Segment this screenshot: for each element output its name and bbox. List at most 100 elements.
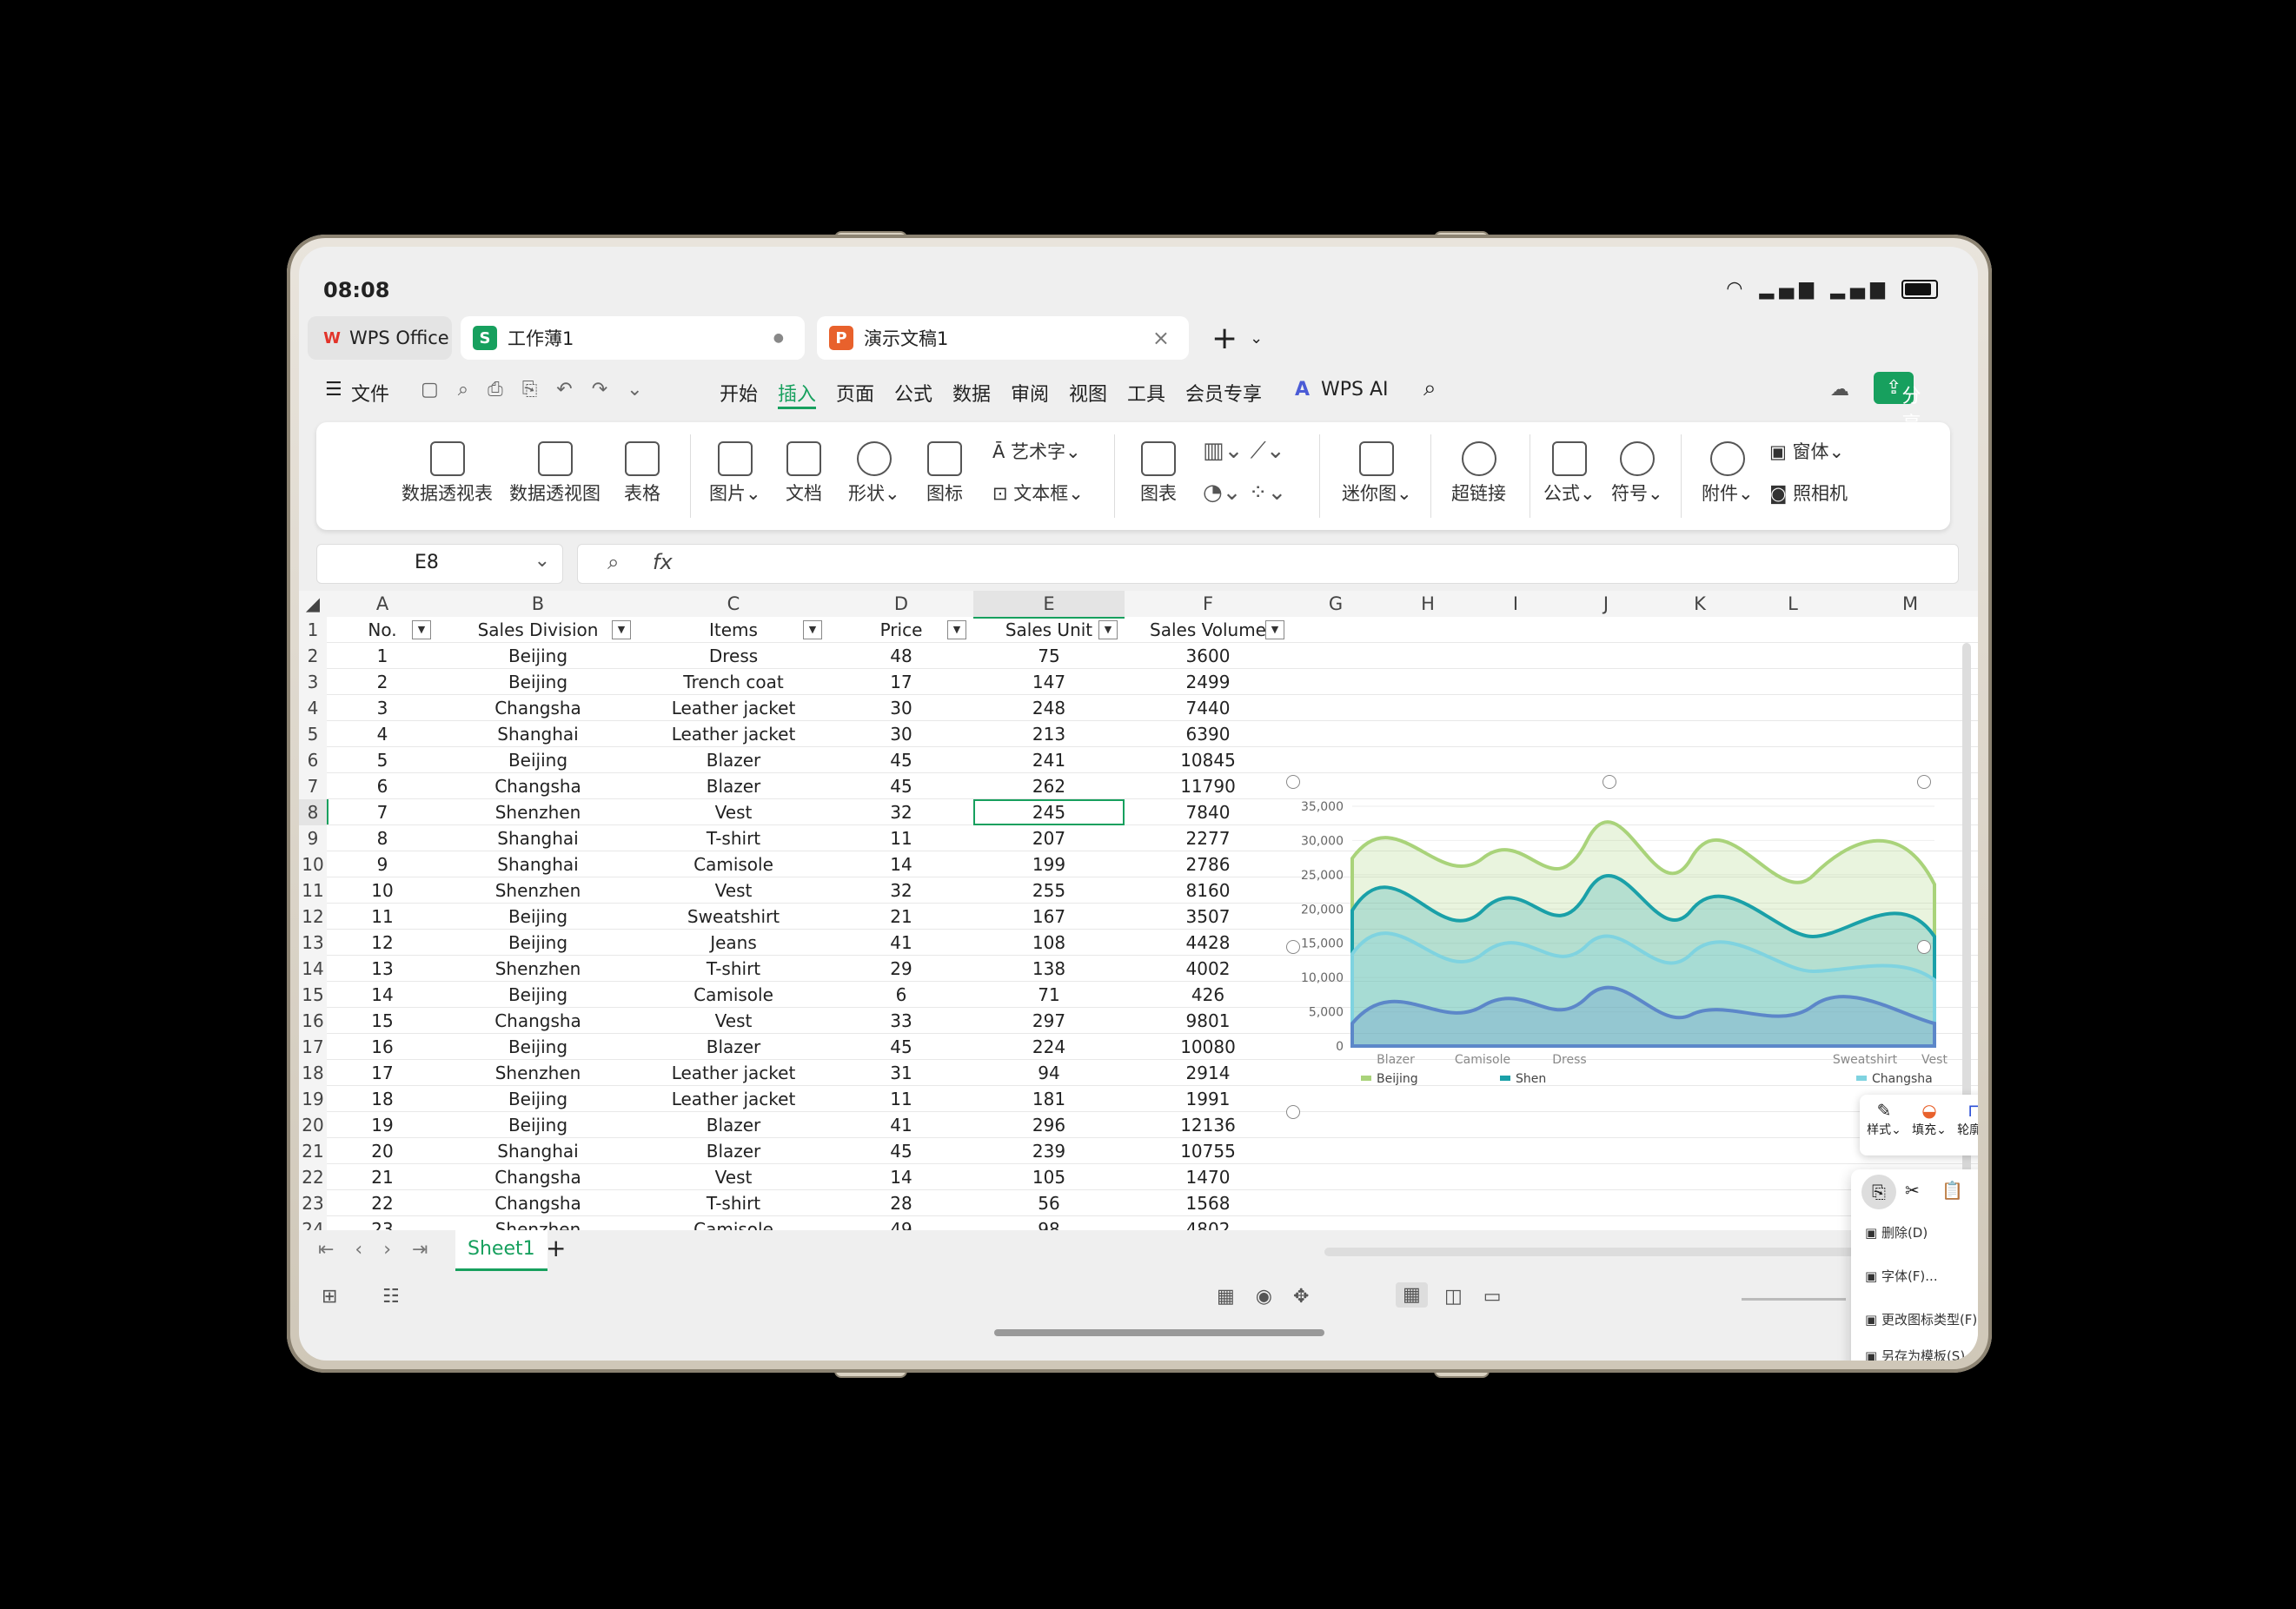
pivot-chart-button[interactable]: 数据透视图 [509,441,601,506]
table-cell[interactable]: 14 [327,982,438,1008]
layout-view-icons[interactable]: ◫▭ [1444,1286,1523,1308]
outline-button[interactable]: ⊓轮廓⌄ [1954,1100,1978,1138]
table-cell[interactable]: 6 [327,773,438,799]
menu-formula[interactable]: 公式 [894,379,932,407]
table-cell[interactable]: 7840 [1125,799,1291,825]
filter-dropdown-icon[interactable]: ▼ [803,620,822,639]
table-cell[interactable]: Leather jacket [638,721,829,747]
pie-chart-button[interactable]: ◔⌄ ⁘⌄ [1203,480,1286,506]
table-cell[interactable]: 48 [829,643,973,669]
file-menu[interactable]: 文件 [351,379,389,407]
table-cell[interactable]: 16 [327,1034,438,1060]
resize-handle-bl[interactable] [1286,1105,1300,1119]
row-header[interactable]: 6 [299,747,327,773]
table-cell[interactable]: Shenzhen [438,1060,638,1086]
camera-button[interactable]: ◙ 照相机 [1769,480,1848,506]
table-cell[interactable]: 10755 [1125,1138,1291,1164]
pivot-table-button[interactable]: 数据透视表 [401,441,493,506]
menu-member[interactable]: 会员专享 [1185,379,1262,407]
menu-tools[interactable]: 工具 [1127,379,1165,407]
table-cell[interactable]: 98 [973,1216,1125,1230]
table-cell[interactable]: 239 [973,1138,1125,1164]
table-cell[interactable]: 426 [1125,982,1291,1008]
table-cell[interactable]: 255 [973,877,1125,904]
quick-access-icons[interactable]: ▢⌕⎙⎘↶↷⌄ [421,379,662,401]
table-cell[interactable]: 94 [973,1060,1125,1086]
column-header-m[interactable]: M [1842,591,1978,617]
table-cell[interactable]: Sweatshirt [638,904,829,930]
table-cell[interactable]: Beijing [438,669,638,695]
hyperlink-button[interactable]: 超链接 [1451,441,1506,506]
table-cell[interactable]: 2786 [1125,851,1291,877]
filter-dropdown-icon[interactable]: ▼ [412,620,431,639]
copy-icon[interactable]: ⎘ [1861,1175,1896,1209]
row-header[interactable]: 18 [299,1060,327,1086]
table-cell[interactable]: 21 [829,904,973,930]
column-header-c[interactable]: C [638,591,829,617]
normal-view-icon[interactable]: ▦ [1396,1282,1428,1308]
table-cell[interactable]: 297 [973,1008,1125,1034]
tab-workbook[interactable]: S 工作薄1 ● [461,316,805,360]
table-cell[interactable]: 21 [327,1164,438,1190]
column-header-h[interactable]: H [1380,591,1476,617]
table-cell[interactable]: Changsha [438,695,638,721]
table-cell[interactable]: Trench coat [638,669,829,695]
table-cell[interactable]: 15 [327,1008,438,1034]
icon-button[interactable]: 图标 [926,441,963,506]
row-header[interactable]: 11 [299,877,327,904]
table-cell[interactable]: 108 [973,930,1125,956]
table-cell[interactable]: 296 [973,1112,1125,1138]
table-cell[interactable]: Camisole [638,851,829,877]
table-cell[interactable]: Vest [638,1008,829,1034]
row-header[interactable]: 7 [299,773,327,799]
row-header[interactable]: 24 [299,1216,327,1230]
row-header[interactable]: 3 [299,669,327,695]
filter-dropdown-icon[interactable]: ▼ [1098,620,1118,639]
menu-page[interactable]: 页面 [836,379,874,407]
table-cell[interactable]: 8160 [1125,877,1291,904]
table-cell[interactable]: 41 [829,930,973,956]
table-cell[interactable]: Beijing [438,1034,638,1060]
table-cell[interactable]: Beijing [438,982,638,1008]
row-header[interactable]: 17 [299,1034,327,1060]
table-cell[interactable]: Changsha [438,773,638,799]
header-cell[interactable]: Items [638,617,829,643]
table-cell[interactable]: Blazer [638,1034,829,1060]
table-cell[interactable]: Beijing [438,1112,638,1138]
wordart-button[interactable]: Ā 艺术字⌄ [992,438,1081,464]
row-header[interactable]: 19 [299,1086,327,1112]
table-cell[interactable]: T-shirt [638,825,829,851]
zoom-formula-icon[interactable]: ⌕ [607,550,619,574]
name-box[interactable]: E8 ⌄ [316,544,563,584]
table-cell[interactable]: Camisole [638,1216,829,1230]
resize-handle-tr[interactable] [1917,775,1931,789]
column-header-i[interactable]: I [1476,591,1556,617]
table-cell[interactable]: 1991 [1125,1086,1291,1112]
cut-icon[interactable]: ✂ [1905,1180,1920,1201]
table-cell[interactable]: 9801 [1125,1008,1291,1034]
table-cell[interactable]: 32 [829,799,973,825]
row-header[interactable]: 14 [299,956,327,982]
context-menu-item[interactable]: ▣ 另存为模板(S)... [1865,1345,1977,1361]
row-header[interactable]: 16 [299,1008,327,1034]
table-cell[interactable]: 7440 [1125,695,1291,721]
zoom-slider[interactable] [1742,1298,1846,1301]
paste-icon[interactable]: 📋 [1941,1180,1963,1201]
sidebar-icon[interactable]: ☷ [382,1286,400,1308]
table-cell[interactable]: 138 [973,956,1125,982]
header-cell[interactable]: Sales Division [438,617,638,643]
context-menu-item[interactable]: ▣ 字体(F)... [1865,1265,1938,1288]
table-cell[interactable]: 45 [829,747,973,773]
table-cell[interactable]: Leather jacket [638,695,829,721]
table-cell[interactable]: 3600 [1125,643,1291,669]
table-cell[interactable]: 224 [973,1034,1125,1060]
view-toggle-icons[interactable]: ▦◉✥ [1217,1286,1330,1308]
tab-wps-office[interactable]: W WPS Office [308,316,452,360]
fx-icon[interactable]: fx [653,550,673,574]
row-header[interactable]: 9 [299,825,327,851]
context-menu-item[interactable]: ▣ 更改图标类型(F)... [1865,1308,1978,1331]
table-cell[interactable]: 49 [829,1216,973,1230]
area-chart[interactable]: 35,000 30,000 25,000 20,000 15,000 10,000 5,00… [1291,780,1952,1128]
table-cell[interactable]: 1 [327,643,438,669]
table-cell[interactable]: 30 [829,721,973,747]
